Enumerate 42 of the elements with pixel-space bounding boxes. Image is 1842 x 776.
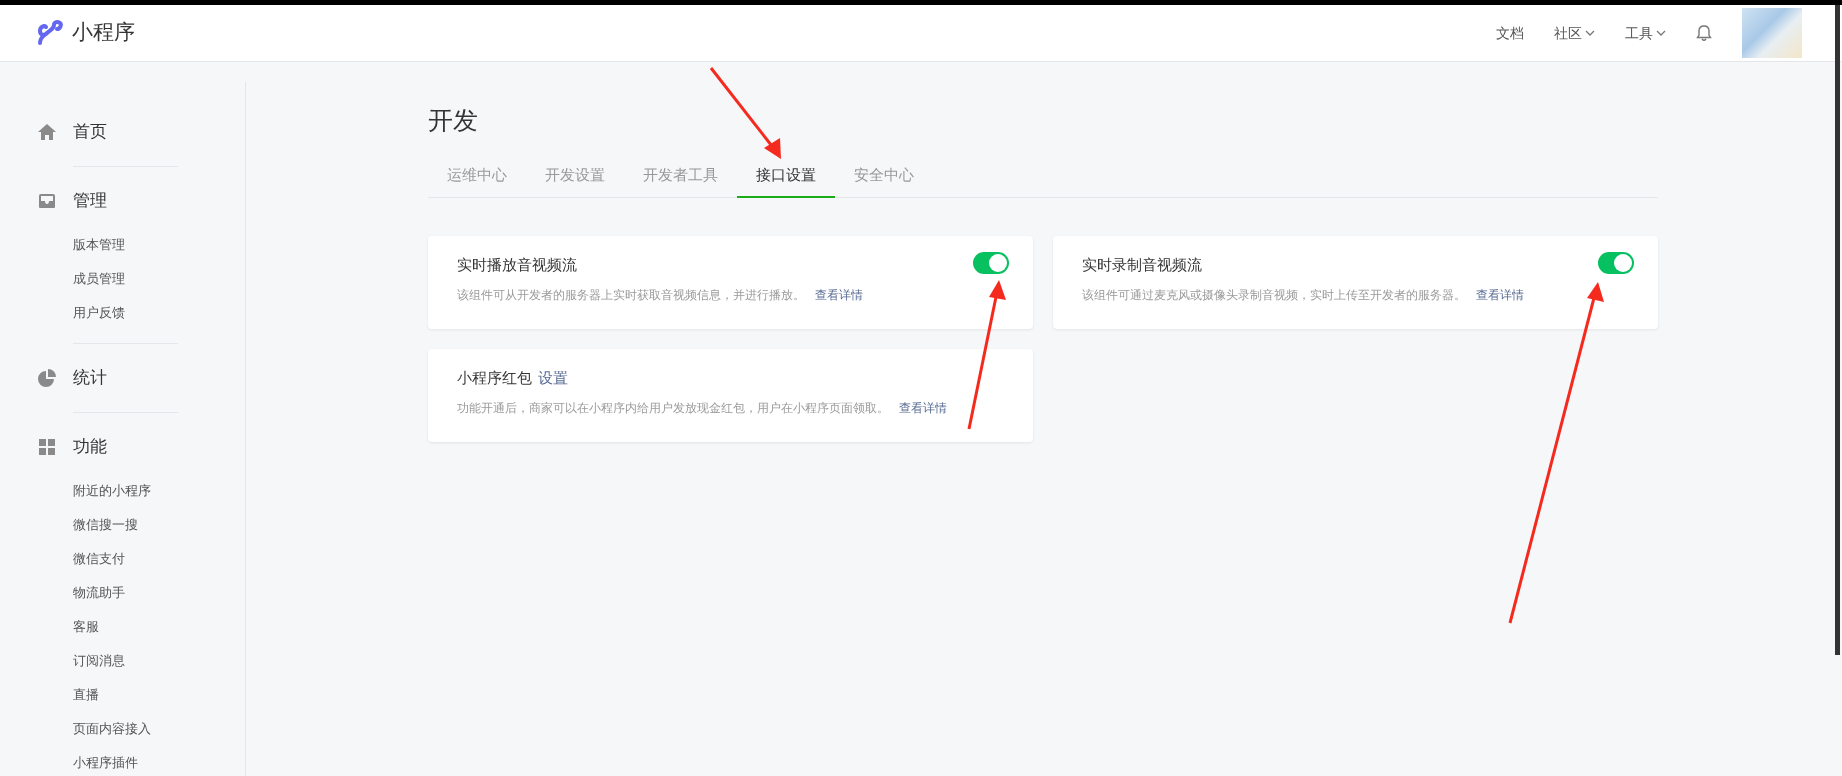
sidebar-subitem[interactable]: 直播 <box>73 685 99 705</box>
nav-link[interactable]: 社区 <box>1554 22 1595 44</box>
card-description: 该组件可通过麦克风或摄像头录制音视频，实时上传至开发者的服务器。 <box>1082 287 1466 304</box>
card-description: 功能开通后，商家可以在小程序内给用户发放现金红包，用户在小程序页面领取。 <box>457 400 889 417</box>
settings-link[interactable]: 设置 <box>538 366 568 390</box>
card-title: 实时播放音视频流 <box>457 254 577 276</box>
sidebar-item[interactable]: 功能 <box>0 433 245 461</box>
chevron-down-icon <box>1656 29 1666 37</box>
sidebar-subitem[interactable]: 客服 <box>73 617 99 637</box>
grid-icon <box>37 437 57 457</box>
inbox-icon <box>37 191 57 211</box>
details-link[interactable]: 查看详情 <box>1476 286 1524 304</box>
card-title: 实时录制音视频流 <box>1082 254 1202 276</box>
sidebar-item[interactable]: 统计 <box>0 364 245 392</box>
avatar[interactable] <box>1742 8 1802 58</box>
logo-text: 小程序 <box>72 19 135 47</box>
home-icon <box>37 122 57 142</box>
sidebar-subitem[interactable]: 用户反馈 <box>73 303 125 323</box>
sidebar-subitem[interactable]: 版本管理 <box>73 235 125 255</box>
sidebar-subitem[interactable]: 小程序插件 <box>73 753 138 773</box>
sidebar-subitem[interactable]: 成员管理 <box>73 269 125 289</box>
nav-link[interactable]: 文档 <box>1496 22 1524 44</box>
sidebar-item[interactable]: 管理 <box>0 187 245 215</box>
toggle-switch[interactable] <box>1598 252 1634 274</box>
card-title: 小程序红包 <box>457 367 532 389</box>
chevron-down-icon <box>1585 29 1595 37</box>
sidebar-subitem[interactable]: 附近的小程序 <box>73 481 151 501</box>
pie-chart-icon <box>37 368 57 388</box>
details-link[interactable]: 查看详情 <box>815 286 863 304</box>
sidebar-subitem[interactable]: 微信支付 <box>73 549 125 569</box>
logo-icon <box>36 19 64 47</box>
notification-bell-icon[interactable] <box>1696 24 1712 42</box>
sidebar-subitem[interactable]: 订阅消息 <box>73 651 125 671</box>
sidebar-subitem[interactable]: 物流助手 <box>73 583 125 603</box>
sidebar-subitem[interactable]: 页面内容接入 <box>73 719 151 739</box>
nav-link[interactable]: 工具 <box>1625 22 1666 44</box>
details-link[interactable]: 查看详情 <box>899 399 947 417</box>
toggle-switch[interactable] <box>973 252 1009 274</box>
sidebar-subitem[interactable]: 微信搜一搜 <box>73 515 138 535</box>
card-description: 该组件可从开发者的服务器上实时获取音视频信息，并进行播放。 <box>457 287 805 304</box>
page-title: 开发 <box>428 105 479 136</box>
sidebar-item[interactable]: 首页 <box>0 118 245 146</box>
